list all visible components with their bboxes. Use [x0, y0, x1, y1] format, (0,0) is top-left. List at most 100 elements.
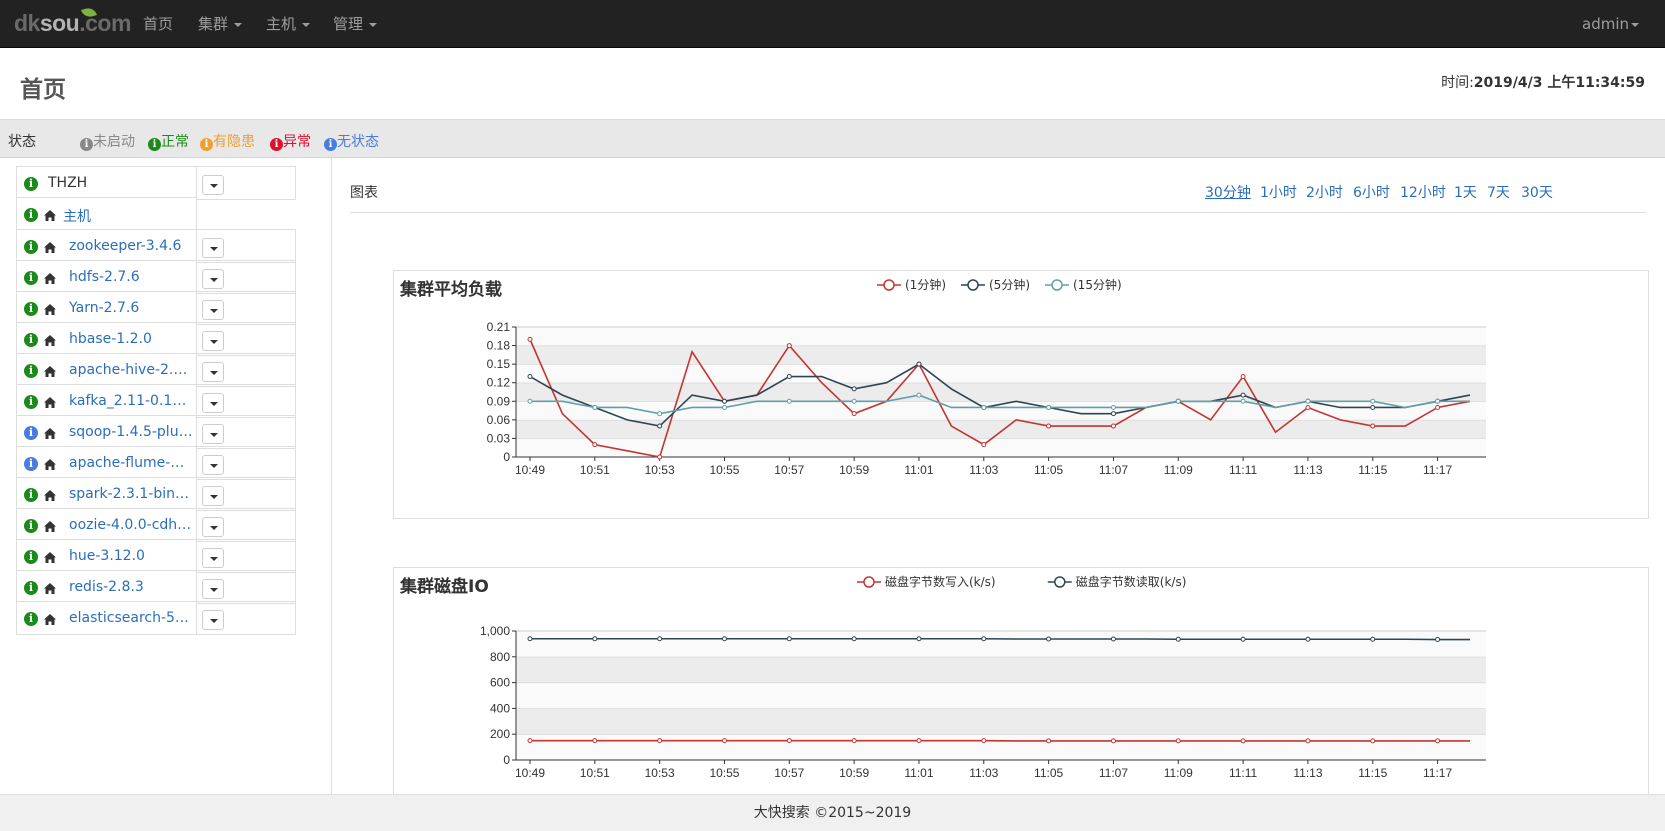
service-row: i apache-flume-1.…	[16, 446, 296, 480]
time-range-link[interactable]: 7天	[1487, 182, 1510, 202]
service-name-link[interactable]: spark-2.3.1-bin-…	[69, 486, 193, 502]
service-name-link[interactable]: zookeeper-3.4.6	[69, 238, 193, 254]
y-tick-label: 600	[490, 676, 510, 690]
data-point	[1370, 404, 1376, 410]
status-info-icon: i	[24, 426, 38, 440]
legend-label: (1分钟)	[905, 277, 946, 292]
service-name-link[interactable]: THZH	[48, 175, 172, 191]
home-icon	[44, 458, 56, 470]
time-range-link[interactable]: 1天	[1454, 182, 1477, 202]
time-range-link[interactable]: 2小时	[1306, 182, 1343, 202]
status-info-icon: i	[24, 271, 38, 285]
service-name-link[interactable]: elasticsearch-5.6.8	[69, 610, 193, 626]
service-dropdown-button[interactable]	[202, 455, 224, 475]
nav-home[interactable]: 首页	[143, 0, 173, 48]
grid-band	[516, 364, 1486, 383]
status-legend-item: i 无状态	[324, 131, 379, 151]
home-icon	[44, 489, 56, 501]
data-point	[981, 636, 987, 642]
service-name-link[interactable]: hdfs-2.7.6	[69, 269, 193, 285]
service-dropdown-button[interactable]	[202, 238, 224, 258]
page-title: 首页	[20, 77, 66, 103]
grid-band	[516, 419, 1486, 439]
time-range-link[interactable]: 12小时	[1400, 182, 1446, 202]
service-name-link[interactable]: hbase-1.2.0	[69, 331, 193, 347]
data-point	[592, 442, 598, 448]
x-tick-label: 11:07	[1099, 463, 1128, 477]
grid-band	[516, 656, 1486, 683]
data-point	[1240, 636, 1246, 642]
time-range-link[interactable]: 6小时	[1353, 182, 1390, 202]
service-dropdown-button[interactable]	[202, 486, 224, 506]
service-action-cell	[197, 415, 296, 449]
data-point	[1240, 398, 1246, 404]
data-point	[786, 343, 792, 349]
data-point	[657, 738, 663, 744]
service-dropdown-button[interactable]	[202, 579, 224, 599]
service-action-cell	[197, 570, 296, 604]
data-point	[1110, 423, 1116, 429]
service-name-link[interactable]: sqoop-1.4.5-plu…	[69, 424, 193, 440]
data-point	[851, 636, 857, 642]
top-navbar: dksou.com 首页 集群 主机 管理 admin	[0, 0, 1665, 48]
data-point	[1370, 738, 1376, 744]
time-range-link[interactable]: 30分钟	[1205, 182, 1251, 202]
status-legend-text: 无状态	[337, 134, 379, 150]
data-point	[851, 398, 857, 404]
service-name-link[interactable]: oozie-4.0.0-cdh5…	[69, 517, 193, 533]
user-menu[interactable]: admin	[1582, 0, 1639, 48]
service-dropdown-button[interactable]	[202, 331, 224, 351]
grid-band	[516, 708, 1486, 735]
x-tick-label: 11:03	[969, 766, 998, 780]
y-tick-label: 400	[490, 701, 510, 715]
brand-logo[interactable]: dksou.com	[14, 6, 131, 37]
service-dropdown-button[interactable]	[202, 517, 224, 537]
data-point	[981, 738, 987, 744]
cluster-tree: i THZH i 主机 i zookeeper-3.4.6 i hdfs-2.7.6 i Yarn…	[0, 158, 332, 794]
legend-label: 磁盘字节数写入(k/s)	[885, 574, 996, 589]
x-tick-label: 10:59	[839, 463, 869, 477]
service-dropdown-button[interactable]	[202, 269, 224, 289]
x-tick-label: 11:07	[1099, 766, 1128, 780]
current-time: 时间:2019/4/3 上午11:34:59	[1441, 75, 1645, 91]
nav-admin-menu[interactable]: 管理	[333, 0, 378, 48]
service-name-link[interactable]: 主机	[63, 206, 187, 226]
data-point	[1175, 738, 1181, 744]
legend-swatch-marker	[967, 279, 979, 291]
service-name-link[interactable]: redis-2.8.3	[69, 579, 193, 595]
service-dropdown-button[interactable]	[202, 362, 224, 382]
x-tick-label: 11:05	[1034, 463, 1063, 477]
service-name-link[interactable]: apache-hive-2.3.…	[69, 362, 193, 378]
service-dropdown-button[interactable]	[202, 610, 224, 630]
chevron-down-icon	[302, 22, 311, 27]
service-name-link[interactable]: hue-3.12.0	[69, 548, 193, 564]
service-dropdown-button[interactable]	[202, 548, 224, 568]
x-tick-label: 11:01	[904, 766, 933, 780]
service-cell: i spark-2.3.1-bin-…	[16, 477, 197, 511]
service-cell: i hbase-1.2.0	[16, 322, 197, 356]
nav-host-menu[interactable]: 主机	[266, 0, 311, 48]
service-name-link[interactable]: kafka_2.11-0.10.…	[69, 393, 193, 409]
status-legend-item: i 异常	[270, 131, 311, 151]
service-dropdown-button[interactable]	[202, 175, 224, 195]
chart-svg: 0 200 400 600 800 1,000 10:49 10:51 10:53 10:55 10…	[399, 574, 1486, 780]
data-point	[916, 361, 922, 367]
status-legend-item: i 正常	[148, 131, 189, 151]
nav-cluster-menu[interactable]: 集群	[198, 0, 243, 48]
service-name-link[interactable]: Yarn-2.7.6	[69, 300, 193, 316]
service-dropdown-button[interactable]	[202, 424, 224, 444]
home-icon	[44, 209, 56, 221]
time-range-link[interactable]: 1小时	[1260, 182, 1297, 202]
service-dropdown-button[interactable]	[202, 393, 224, 413]
x-tick-label: 10:55	[709, 766, 739, 780]
grid-band	[516, 734, 1486, 760]
data-point	[657, 423, 663, 429]
time-range-link[interactable]: 30天	[1521, 182, 1553, 202]
data-point	[721, 404, 727, 410]
data-point	[592, 636, 598, 642]
status-info-icon: i	[24, 302, 38, 316]
service-dropdown-button[interactable]	[202, 300, 224, 320]
y-tick-label: 1,000	[480, 624, 510, 638]
y-tick-label: 200	[490, 727, 510, 741]
service-name-link[interactable]: apache-flume-1.…	[69, 455, 193, 471]
